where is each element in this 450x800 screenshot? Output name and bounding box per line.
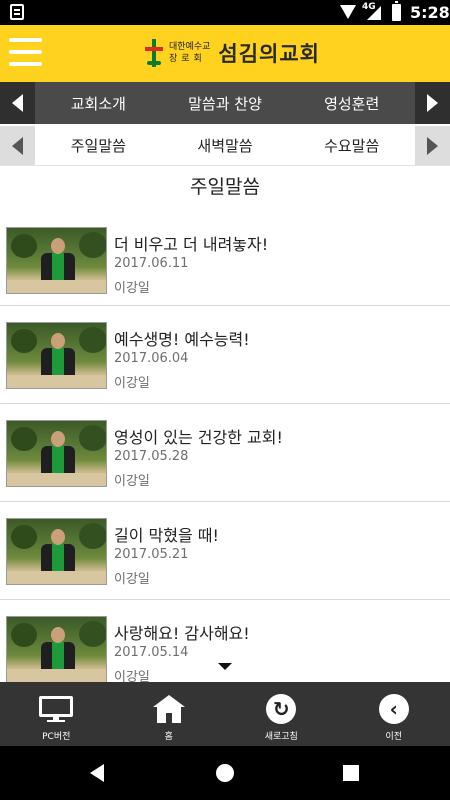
arrow-left-icon — [12, 136, 23, 155]
sermon-preacher: 이강일 — [114, 376, 150, 391]
church-logo[interactable]: 대한예수교 장로회 섬김의교회 — [145, 36, 320, 70]
nav-tab-word-praise[interactable]: 말씀과 찬양 — [162, 82, 289, 124]
main-nav-prev-button[interactable] — [0, 82, 35, 124]
sermon-date: 2017.05.21 — [114, 547, 189, 562]
sub-category-nav: 주일말씀 새벽말씀 수요말씀 — [0, 126, 450, 166]
denomination-line2: 장로회 — [169, 54, 206, 64]
sermon-title: 예수생명! 예수능력! — [114, 330, 250, 349]
sermon-preacher: 이강일 — [114, 281, 150, 296]
sermon-list-item[interactable]: 길이 막혔을 때! 2017.05.21 이강일 — [0, 502, 450, 600]
sub-tab-wednesday-sermon[interactable]: 수요말씀 — [288, 126, 415, 165]
wifi-icon — [340, 5, 356, 19]
refresh-label: 새로고침 — [264, 732, 298, 742]
battery-icon — [392, 1, 401, 21]
bottom-toolbar: PC버전 홈 ↻ 새로고침 ‹ 이전 — [0, 682, 450, 746]
hamburger-icon[interactable] — [9, 38, 42, 66]
sermon-date: 2017.06.11 — [114, 256, 189, 271]
sermon-preacher: 이강일 — [114, 474, 150, 489]
sermon-list-item[interactable]: 영성이 있는 건강한 교회! 2017.05.28 이강일 — [0, 404, 450, 502]
sermon-preacher: 이강일 — [114, 572, 150, 587]
sermon-list-item[interactable]: 더 비우고 더 내려놓자! 2017.06.11 이강일 — [0, 211, 450, 306]
system-back-icon[interactable] — [90, 764, 104, 782]
pc-version-button[interactable]: PC버전 — [0, 682, 113, 746]
sermon-list-item[interactable]: 예수생명! 예수능력! 2017.06.04 이강일 — [0, 306, 450, 404]
nav-tab-church-intro[interactable]: 교회소개 — [35, 82, 162, 124]
sermon-title: 영성이 있는 건강한 교회! — [114, 428, 283, 447]
sermon-thumbnail — [6, 518, 107, 585]
sub-tab-dawn-sermon[interactable]: 새벽말씀 — [162, 126, 289, 165]
arrow-left-icon — [12, 94, 23, 112]
sermon-date: 2017.05.28 — [114, 449, 189, 464]
system-home-icon[interactable] — [216, 764, 234, 782]
status-time: 5:28 — [410, 3, 450, 22]
sermon-list: 더 비우고 더 내려놓자! 2017.06.11 이강일 예수생명! 예수능력!… — [0, 211, 450, 682]
status-bar: 4G 5:28 — [0, 0, 450, 25]
sermon-thumbnail — [6, 227, 107, 294]
sermon-title: 길이 막혔을 때! — [114, 526, 219, 545]
sermon-thumbnail — [6, 616, 107, 682]
app-root: 4G 5:28 대한예수교 장로회 섬김의교회 교회소개 말씀과 찬양 영성훈련 — [0, 0, 450, 800]
back-button[interactable]: ‹ 이전 — [338, 682, 450, 746]
sub-tab-sunday-sermon[interactable]: 주일말씀 — [35, 126, 162, 165]
system-nav-bar — [0, 746, 450, 800]
home-label: 홈 — [164, 732, 173, 742]
sermon-title: 사랑해요! 감사해요! — [114, 624, 250, 643]
sermon-date: 2017.05.14 — [114, 645, 189, 660]
sub-nav-next-button[interactable] — [415, 126, 450, 165]
denomination-label: 대한예수교 장로회 — [169, 41, 210, 65]
main-category-nav: 교회소개 말씀과 찬양 영성훈련 — [0, 82, 450, 124]
monitor-icon — [39, 696, 74, 722]
sub-nav-prev-button[interactable] — [0, 126, 35, 165]
scroll-down-icon[interactable] — [218, 663, 232, 670]
app-header: 대한예수교 장로회 섬김의교회 — [0, 25, 450, 82]
sermon-thumbnail — [6, 322, 107, 389]
back-label: 이전 — [385, 732, 403, 742]
refresh-icon: ↻ — [266, 694, 297, 724]
denomination-line1: 대한예수교 — [169, 42, 211, 52]
cross-logo-icon — [145, 39, 163, 67]
notification-icon — [10, 4, 24, 20]
refresh-button[interactable]: ↻ 새로고침 — [225, 682, 338, 746]
home-icon — [152, 695, 185, 723]
nav-tab-spiritual-training[interactable]: 영성훈련 — [288, 82, 415, 124]
arrow-right-icon — [427, 94, 438, 112]
home-button[interactable]: 홈 — [113, 682, 226, 746]
pc-version-label: PC버전 — [42, 732, 71, 742]
signal-icon — [367, 6, 381, 20]
arrow-right-icon — [427, 136, 438, 155]
sermon-date: 2017.06.04 — [114, 351, 189, 366]
back-circle-icon: ‹ — [378, 694, 409, 724]
system-recents-icon[interactable] — [343, 765, 359, 781]
main-nav-next-button[interactable] — [415, 82, 450, 124]
page-title: 주일말씀 — [190, 176, 260, 198]
sermon-preacher: 이강일 — [114, 670, 150, 682]
sermon-title: 더 비우고 더 내려놓자! — [114, 235, 269, 254]
church-name: 섬김의교회 — [218, 42, 321, 66]
sermon-thumbnail — [6, 420, 107, 487]
